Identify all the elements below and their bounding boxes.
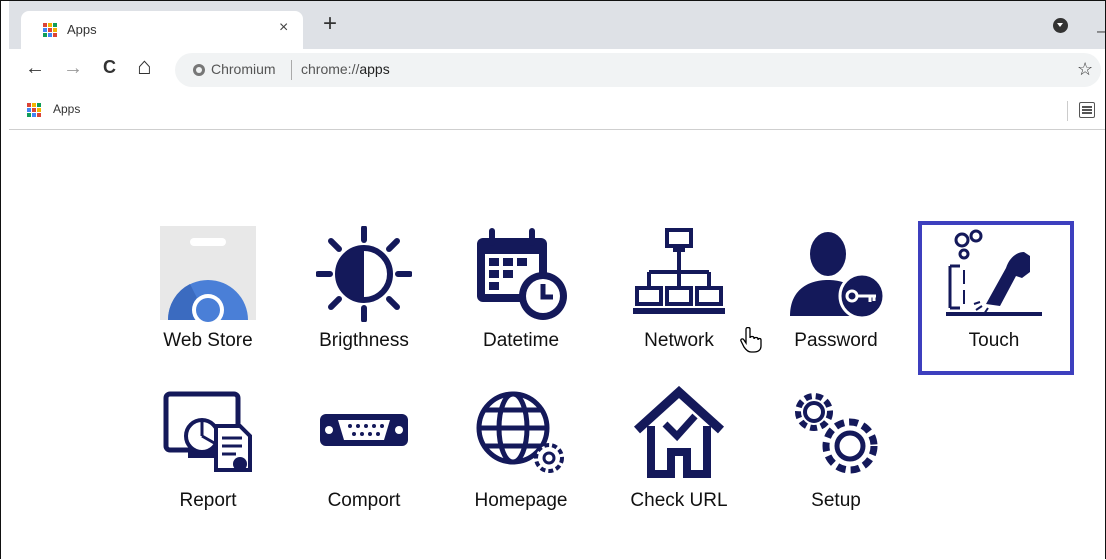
app-datetime[interactable]: Datetime [446,226,596,376]
app-brightness[interactable]: Brigthness [289,226,439,376]
omnibox-divider [291,60,292,80]
tab-apps[interactable]: Apps × [21,11,303,49]
app-comport[interactable]: Comport [289,386,439,536]
app-label: Check URL [630,490,728,511]
app-password[interactable]: Password [761,226,911,376]
report-icon [163,391,252,472]
app-label: Datetime [482,330,560,351]
brightness-icon [316,226,412,322]
new-tab-button[interactable]: + [323,11,337,37]
app-homepage[interactable]: Homepage [446,386,596,536]
tab-strip: Apps × + – [9,1,1105,49]
reading-list-icon[interactable] [1079,102,1095,118]
bookmark-divider [1067,101,1068,121]
app-label: Report [179,490,237,511]
app-network[interactable]: Network [604,226,754,376]
app-label: Comport [327,490,401,511]
bookmarks-bar: Apps [9,93,1105,130]
hand-cursor-icon [740,327,762,353]
profile-icon[interactable] [1053,18,1068,33]
apps-grid-icon [43,23,57,37]
close-icon[interactable]: × [279,19,288,37]
network-icon [633,228,725,314]
app-label: Web Store [163,330,253,351]
app-label: Homepage [474,490,568,511]
app-label: Setup [811,490,861,511]
apps-grid-icon[interactable] [27,103,41,117]
gears-icon [795,393,878,474]
home-icon[interactable]: ⌂ [137,53,152,81]
app-label: Password [794,330,878,351]
webstore-icon [160,226,256,322]
selection-highlight [918,221,1074,375]
user-key-icon [790,232,884,320]
toolbar: ← → C ⌂ Chromium chrome://apps ☆ [9,49,1105,93]
globe-gear-icon [476,391,564,473]
forward-icon[interactable]: → [63,57,83,80]
serial-port-icon [320,414,408,446]
app-report[interactable]: Report [133,386,283,536]
app-web-store[interactable]: Web Store [133,226,283,376]
address-bar[interactable]: Chromium chrome://apps ☆ [175,53,1101,87]
app-check-url[interactable]: Check URL [604,386,754,536]
minimize-button[interactable]: – [1097,23,1105,41]
calendar-clock-icon [477,228,567,320]
app-label: Network [644,330,714,351]
house-check-icon [633,386,725,478]
bookmark-apps[interactable]: Apps [53,102,80,116]
url-text[interactable]: chrome://apps [301,61,390,77]
app-label: Brigthness [319,330,409,351]
reload-icon[interactable]: C [103,57,116,78]
chromium-icon [193,64,205,76]
tab-title: Apps [67,22,97,37]
browser-window: Apps × + – ← → C ⌂ Chromium chrome://app… [0,0,1106,559]
app-setup[interactable]: Setup [761,386,911,536]
star-icon[interactable]: ☆ [1077,59,1093,80]
back-icon[interactable]: ← [25,57,45,80]
omnibox-chip: Chromium [211,61,276,77]
